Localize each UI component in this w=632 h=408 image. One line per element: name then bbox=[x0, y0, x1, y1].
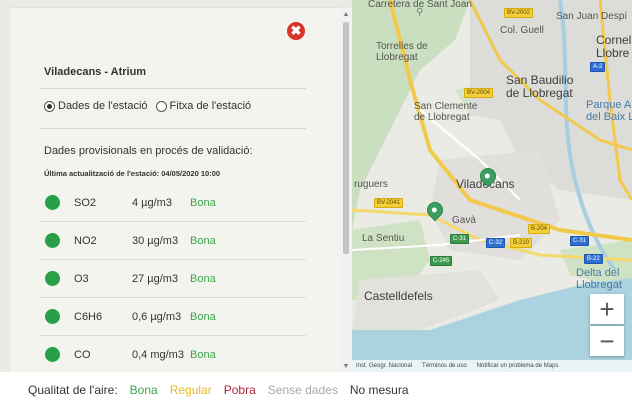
map-label-col-guell: Col. Guell bbox=[500, 25, 544, 36]
road-badge: C-31 bbox=[450, 234, 470, 244]
panel-scrollbar[interactable]: ▲ ▼ bbox=[340, 8, 352, 372]
pollutant-quality: Bona bbox=[190, 348, 216, 361]
quality-dot-icon bbox=[45, 195, 60, 210]
road-badge: B-204 bbox=[528, 224, 551, 234]
radio-unchecked-icon[interactable] bbox=[155, 100, 167, 112]
legend-item-sense-dades: Sense dades bbox=[267, 383, 338, 397]
radio-checked-icon[interactable] bbox=[44, 100, 55, 112]
legend-item-pobra: Pobra bbox=[223, 383, 256, 397]
map-label-delta: Delta del Llobregat bbox=[576, 267, 622, 291]
pollutant-name: CO bbox=[74, 348, 91, 361]
pollutant-value: 0,4 mg/m3 bbox=[132, 348, 184, 361]
attribution-terms-link[interactable]: Términos de uso bbox=[422, 363, 467, 369]
map-label-torrelles: Torrelles de Llobregat bbox=[376, 41, 428, 63]
scroll-down-arrow-icon[interactable]: ▼ bbox=[340, 360, 352, 372]
legend-item-no-mesura: No mesura bbox=[349, 383, 409, 397]
pollutant-value: 4 µg/m3 bbox=[132, 196, 172, 209]
radio-label: Fitxa de l'estació bbox=[169, 100, 252, 112]
radio-label: Dades de l'estació bbox=[58, 100, 148, 112]
pollutant-name: SO2 bbox=[74, 196, 97, 209]
quality-dot-icon bbox=[45, 309, 60, 324]
radio-station-sheet[interactable]: Fitxa de l'estació bbox=[155, 100, 252, 112]
divider bbox=[40, 128, 306, 129]
map-poi-icon: ⚲ bbox=[416, 7, 424, 18]
close-icon[interactable]: ✖ bbox=[287, 22, 305, 40]
legend-title: Qualitat de l'aire: bbox=[28, 383, 118, 397]
zoom-out-button[interactable]: − bbox=[590, 326, 624, 356]
map-label-san-juan: San Juan Despí bbox=[556, 11, 628, 22]
pollutant-value: 30 µg/m3 bbox=[132, 234, 179, 247]
divider bbox=[40, 88, 306, 89]
pollutant-name: C6H6 bbox=[74, 310, 103, 323]
map-label-gava: Gavà bbox=[452, 215, 476, 226]
pollutant-quality: Bona bbox=[190, 272, 216, 285]
pollutant-quality: Bona bbox=[190, 196, 216, 209]
pollutant-row: NO2 30 µg/m3 Bona bbox=[40, 222, 306, 260]
station-info-panel: ✖ Viladecans - Atrium Dades de l'estació… bbox=[10, 8, 340, 372]
radio-station-data[interactable]: Dades de l'estació bbox=[44, 100, 148, 112]
map-label-cornella: Cornell Llobre bbox=[596, 33, 632, 60]
zoom-in-button[interactable]: + bbox=[590, 294, 624, 324]
station-title: Viladecans - Atrium bbox=[44, 66, 147, 78]
map-label-san-baudilio: San Baudilio de Llobregat bbox=[506, 73, 574, 100]
pollutant-quality: Bona bbox=[190, 310, 216, 323]
pollutant-row: SO2 4 µg/m3 Bona bbox=[40, 184, 306, 222]
pollutant-quality: Bona bbox=[190, 234, 216, 247]
last-update-text: Última actualització de l'estació: 04/05… bbox=[44, 169, 221, 178]
map-label-bruguers: ruguers bbox=[354, 179, 388, 190]
road-badge: BV-2004 bbox=[464, 88, 494, 98]
quality-dot-icon bbox=[45, 233, 60, 248]
map-label-san-clemente: San Clemente de Llobregat bbox=[414, 101, 478, 123]
legend-item-bona: Bona bbox=[129, 383, 158, 397]
quality-dot-icon bbox=[45, 271, 60, 286]
view-radio-group: Dades de l'estació Fitxa de l'estació bbox=[44, 100, 251, 112]
road-badge: BV-2002 bbox=[504, 8, 534, 18]
pollutant-value: 27 µg/m3 bbox=[132, 272, 179, 285]
attribution-report-link[interactable]: Notificar un problema de Maps bbox=[477, 363, 559, 369]
map-label-la-sentiu: La Sentiu bbox=[362, 233, 405, 244]
pollutant-name: NO2 bbox=[74, 234, 97, 247]
pollutant-row: C6H6 0,6 µg/m3 Bona bbox=[40, 298, 306, 336]
road-badge: B-22 bbox=[584, 254, 603, 264]
pollutant-row: CO 0,4 mg/m3 Bona bbox=[40, 336, 306, 372]
quality-dot-icon bbox=[45, 347, 60, 362]
road-badge: C-245 bbox=[430, 256, 453, 266]
pollutant-name: O3 bbox=[74, 272, 89, 285]
road-badge: BV-2041 bbox=[374, 198, 404, 208]
air-quality-legend: Qualitat de l'aire: Bona Regular Pobra S… bbox=[0, 372, 632, 408]
road-badge: B-210 bbox=[510, 238, 533, 248]
attribution-source[interactable]: Inst. Geogr. Nacional bbox=[356, 363, 412, 369]
provisional-note: Dades provisionals en procés de validaci… bbox=[44, 145, 253, 157]
road-badge: C-32 bbox=[486, 238, 506, 248]
legend-item-regular: Regular bbox=[169, 383, 212, 397]
pollutant-row: O3 27 µg/m3 Bona bbox=[40, 260, 306, 298]
scroll-thumb[interactable] bbox=[343, 22, 349, 254]
map-label-parque: Parque A del Baix Ll bbox=[586, 99, 632, 123]
pollutant-value: 0,6 µg/m3 bbox=[132, 310, 182, 323]
road-badge: C-31 bbox=[570, 236, 590, 246]
road-badge: A-2 bbox=[590, 62, 606, 72]
map-label-castelldefels: Castelldefels bbox=[364, 289, 433, 303]
scroll-up-arrow-icon[interactable]: ▲ bbox=[340, 8, 352, 20]
map-attribution: Inst. Geogr. Nacional Términos de uso No… bbox=[352, 360, 632, 372]
